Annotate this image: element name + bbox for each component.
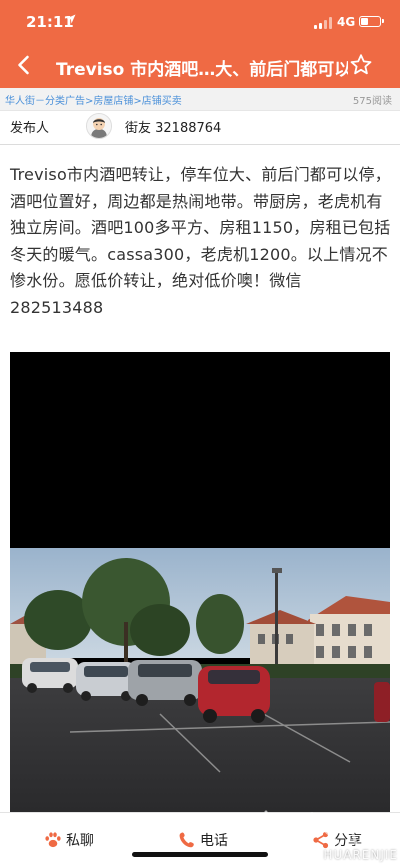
favorite-star-icon[interactable]	[349, 53, 373, 77]
phone-icon	[179, 832, 194, 848]
breadcrumb-item-classifieds[interactable]: 华人街－分类广告	[5, 96, 85, 107]
network-type: 4G	[337, 15, 356, 29]
private-chat-button[interactable]: 私聊	[44, 829, 104, 851]
publisher-label: 发布人	[10, 121, 50, 136]
avatar[interactable]	[86, 113, 112, 139]
watermark-logo-icon	[258, 810, 398, 848]
paw-icon	[45, 832, 61, 848]
breadcrumb-item-shop-trade[interactable]: 店铺买卖	[142, 96, 182, 107]
post-photo[interactable]	[10, 352, 390, 812]
bar-exterior-photo	[10, 352, 390, 812]
location-arrow-icon	[66, 14, 76, 24]
view-count: 575阅读	[352, 96, 392, 107]
page-title: Treviso 市内酒吧…大、前后门都可以	[56, 60, 348, 80]
publisher-row: 发布人 街友 32188764	[0, 111, 400, 145]
publisher-name[interactable]: 街友 32188764	[125, 117, 221, 136]
watermark-text: HUARENJIE	[323, 848, 398, 862]
status-bar: 21:11 4G	[0, 0, 400, 44]
user-avatar-icon	[87, 114, 111, 138]
breadcrumb: 华人街－分类广告>房屋店铺>店铺买卖	[5, 92, 182, 107]
private-chat-label: 私聊	[66, 833, 94, 849]
breadcrumb-item-property[interactable]: 房屋店铺	[93, 96, 133, 107]
breadcrumb-separator: >	[133, 96, 142, 107]
nav-bar: Treviso 市内酒吧…大、前后门都可以	[0, 44, 400, 88]
post-body: Treviso市内酒吧转让，停车位大、前后门都可以停，酒吧位置好，周边都是热闹地…	[10, 165, 391, 317]
huarenjie-watermark: HUARENJIE	[252, 808, 400, 866]
breadcrumb-bar: 华人街－分类广告>房屋店铺>店铺买卖 575阅读	[0, 88, 400, 111]
battery-icon	[359, 16, 384, 27]
back-arrow-icon[interactable]	[12, 53, 36, 77]
signal-icon	[314, 17, 334, 29]
phone-call-button[interactable]: 电话	[178, 829, 238, 851]
home-indicator	[132, 852, 268, 857]
phone-call-label: 电话	[200, 833, 228, 849]
top-bar: 21:11 4G Treviso 市内酒吧…大、前后门都可以	[0, 0, 400, 88]
